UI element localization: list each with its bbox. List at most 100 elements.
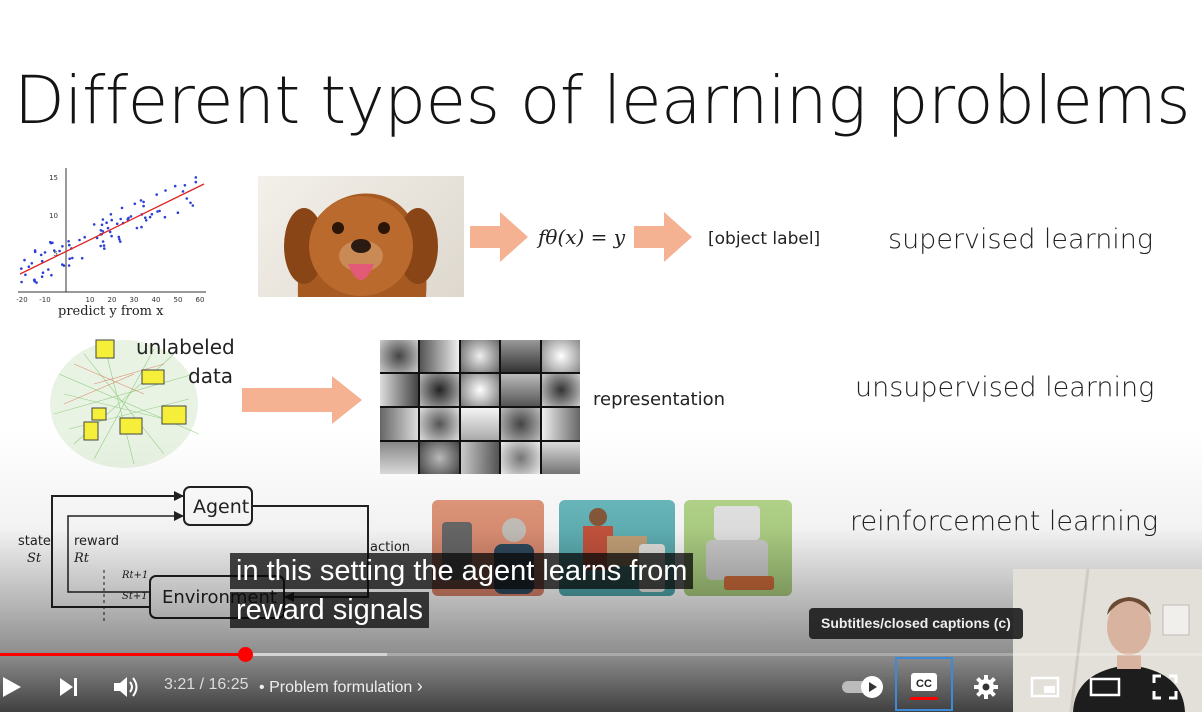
scatter-point <box>119 240 122 243</box>
scatter-point <box>110 218 113 222</box>
scatter-point <box>24 273 27 277</box>
scatter-point <box>183 184 187 187</box>
gear-icon <box>974 675 998 699</box>
scrubber-handle[interactable] <box>237 647 253 662</box>
scatter-point <box>142 204 145 208</box>
plot-x-tick: 30 <box>130 296 139 304</box>
reward-symbol: Rt <box>74 551 90 566</box>
scatter-point <box>71 256 74 260</box>
scatter-point <box>99 244 102 248</box>
autoplay-toggle-icon <box>842 676 883 698</box>
caption-line-2: reward signals <box>230 592 429 628</box>
cc-tooltip: Subtitles/closed captions (c) <box>809 608 1023 639</box>
next-icon <box>60 678 77 696</box>
scatter-point <box>99 229 103 232</box>
scatter-point <box>43 251 47 254</box>
miniplayer-button[interactable] <box>1028 667 1062 707</box>
data-text: data <box>188 364 234 388</box>
scatter-point <box>49 240 52 244</box>
svg-text:CC: CC <box>916 678 932 690</box>
scatter-point <box>58 249 61 253</box>
state-symbol: St <box>27 551 42 566</box>
cc-active-underline <box>910 697 938 700</box>
scatter-point <box>119 217 122 221</box>
plot-x-tick: -10 <box>39 296 50 304</box>
scatter-point <box>61 245 64 248</box>
scatter-point <box>194 176 198 179</box>
scatter-point <box>35 281 38 284</box>
scatter-point <box>80 256 84 260</box>
fullscreen-button[interactable] <box>1150 667 1180 707</box>
scatter-point <box>115 222 119 226</box>
unsupervised-learning-label: unsupervised learning <box>855 372 1155 403</box>
representation-text: representation <box>593 389 726 410</box>
scatter-point <box>148 215 152 219</box>
next-state-symbol: St+1 <box>122 591 148 602</box>
scatter-point <box>109 213 113 216</box>
arrow-right-icon <box>470 212 528 262</box>
scatter-point <box>110 234 113 238</box>
scatter-point <box>185 197 189 200</box>
scatter-point <box>27 265 31 268</box>
play-icon <box>3 677 21 697</box>
plot-x-tick: 20 <box>108 296 117 304</box>
scatter-point <box>92 223 96 226</box>
scatter-point <box>155 193 158 196</box>
scatter-point <box>129 215 133 218</box>
scatter-point <box>117 235 121 239</box>
scatter-point <box>101 218 105 221</box>
scatter-point <box>20 267 23 270</box>
theater-button[interactable] <box>1088 667 1122 707</box>
scatter-point <box>68 243 71 247</box>
scatter-point <box>50 273 53 277</box>
play-button[interactable] <box>0 667 24 707</box>
scatter-point <box>67 264 71 267</box>
chapter-title[interactable]: • Problem formulation › <box>259 676 423 697</box>
scatter-point <box>100 223 104 227</box>
autoplay-toggle[interactable] <box>840 667 886 707</box>
robot-illustration-3 <box>684 500 792 596</box>
cc-icon: CC <box>911 673 937 691</box>
scatter-point <box>47 268 50 271</box>
arrow-right-icon <box>242 376 362 424</box>
cc-button[interactable]: CC <box>895 657 953 711</box>
slide-title: Different types of learning problems <box>14 62 1191 139</box>
filter-grid-image <box>380 340 580 474</box>
scatter-point <box>135 226 139 230</box>
scatter-point <box>39 253 43 257</box>
plot-x-tick: -20 <box>16 296 27 304</box>
settings-button[interactable] <box>970 667 1002 707</box>
scatter-point <box>101 240 105 243</box>
reward-label: reward <box>74 534 120 549</box>
scatter-point <box>106 226 110 230</box>
scatter-plot-figure: 15 10 5 -20 -10 10 20 30 40 50 60 <box>16 168 206 304</box>
next-reward-symbol: Rt+1 <box>122 570 149 581</box>
scatter-point <box>164 189 167 192</box>
scatter-point <box>53 249 56 252</box>
scatter-point <box>32 278 36 282</box>
fullscreen-icon <box>1152 674 1178 700</box>
next-button[interactable] <box>54 667 82 707</box>
volume-icon <box>114 677 138 697</box>
scatter-point <box>68 257 71 260</box>
theater-icon <box>1089 677 1121 697</box>
scatter-point <box>173 184 177 188</box>
supervised-learning-label: supervised learning <box>888 224 1154 255</box>
scatter-point <box>194 180 198 184</box>
chapter-separator: • <box>259 679 265 696</box>
scatter-point <box>33 250 37 254</box>
plot-x-tick: 40 <box>152 296 161 304</box>
scatter-point <box>61 263 64 266</box>
scatter-point <box>78 238 81 242</box>
scatter-point <box>67 240 70 243</box>
plot-y-tick: 15 <box>49 174 58 182</box>
video-frame[interactable]: Different types of learning problems 15 … <box>0 0 1202 712</box>
time-display: 3:21 / 16:25 <box>164 676 249 693</box>
chapter-label: Problem formulation <box>269 679 413 696</box>
scatter-point <box>30 262 34 265</box>
scatter-point <box>40 275 44 278</box>
scatter-point <box>140 225 143 229</box>
agent-box-label: Agent <box>193 496 250 518</box>
scatter-point <box>150 212 154 216</box>
volume-button[interactable] <box>110 667 142 707</box>
